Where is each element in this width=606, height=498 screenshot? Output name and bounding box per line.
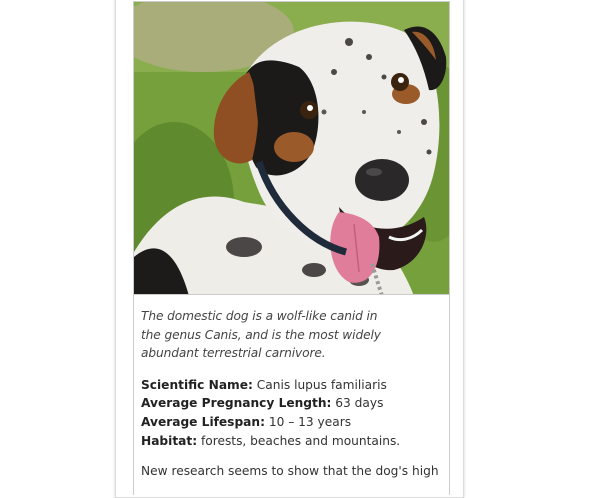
caption-line-1: The domestic dog is a wolf-like canid in — [141, 309, 378, 323]
fact-label: Average Pregnancy Length: — [141, 396, 332, 411]
caption-line-2: the genus Canis, and is the most widely — [141, 327, 381, 342]
dog-illustration — [134, 2, 449, 294]
fact-label: Scientific Name: — [141, 377, 253, 392]
fact-habitat: Habitat: forests, beaches and mountains. — [141, 432, 442, 451]
research-paragraph: New research seems to show that the dog'… — [141, 464, 439, 479]
animal-card: The domestic dog is a wolf-like canid in… — [115, 0, 464, 498]
fact-value: forests, beaches and mountains. — [197, 433, 401, 448]
fact-label: Average Lifespan: — [141, 414, 265, 429]
fact-label: Habitat: — [141, 433, 198, 448]
fact-value: 63 days — [331, 396, 384, 411]
article-body: The domestic dog is a wolf-like canid in… — [133, 295, 450, 495]
fact-value: 10 – 13 years — [264, 414, 352, 429]
fact-lifespan: Average Lifespan: 10 – 13 years — [141, 413, 442, 432]
fact-value: Canis lupus familiaris — [252, 377, 387, 392]
fact-pregnancy-length: Average Pregnancy Length: 63 days — [141, 394, 442, 413]
fact-list: Scientific Name: Canis lupus familiaris … — [141, 376, 442, 450]
dog-photo — [133, 1, 450, 295]
caption-line-3: abundant terrestrial carnivore. — [141, 346, 326, 361]
fact-scientific-name: Scientific Name: Canis lupus familiaris — [141, 376, 442, 395]
photo-caption: The domestic dog is a wolf-like canid in… — [141, 307, 391, 363]
